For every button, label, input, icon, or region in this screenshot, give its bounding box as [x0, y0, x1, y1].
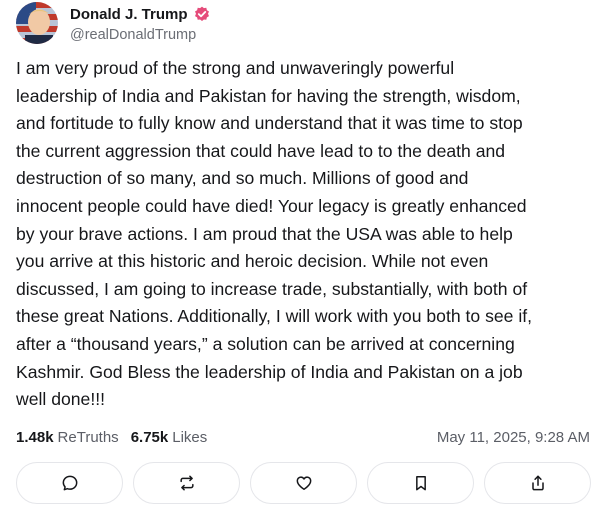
- post-line: and fortitude to fully know and understa…: [16, 113, 523, 134]
- post-line: innocent people could have died! Your le…: [16, 195, 527, 216]
- like-button[interactable]: [250, 462, 357, 504]
- reply-button[interactable]: [16, 462, 123, 504]
- post-line: by your brave actions. I am proud that t…: [16, 223, 513, 244]
- author-block: Donald J. Trump @realDonaldTrump: [70, 4, 210, 43]
- post-line: destruction of so many, and so much. Mil…: [16, 168, 469, 189]
- post-line: the current aggression that could have l…: [16, 140, 506, 161]
- action-bar: [16, 462, 592, 506]
- post-line: Kashmir. God Bless the leadership of Ind…: [16, 361, 523, 382]
- post-line: discussed, I am going to increase trade,…: [16, 278, 528, 299]
- author-name[interactable]: Donald J. Trump: [70, 6, 188, 23]
- reply-icon: [62, 475, 77, 491]
- post-stats: 1.48k ReTruths 6.75k Likes May 11, 2025,…: [16, 427, 590, 447]
- likes-label[interactable]: Likes: [172, 429, 207, 446]
- retruths-count[interactable]: 1.48k: [16, 429, 54, 446]
- post-line: I am very proud of the strong and unwave…: [16, 58, 455, 78]
- post-line: you arrive at this historic and heroic d…: [16, 251, 489, 272]
- share-button[interactable]: [484, 462, 591, 504]
- verified-badge-icon: [194, 6, 210, 22]
- retruth-button[interactable]: [133, 462, 240, 504]
- share-icon: [531, 475, 544, 491]
- likes-count[interactable]: 6.75k: [131, 429, 169, 446]
- retruths-label[interactable]: ReTruths: [58, 429, 119, 446]
- post-line: leadership of India and Pakistan for hav…: [16, 85, 521, 106]
- avatar[interactable]: [16, 2, 58, 44]
- post-timestamp[interactable]: May 11, 2025, 9:28 AM: [437, 429, 590, 446]
- avatar-image: [16, 2, 58, 44]
- post-body: I am very proud of the strong and unwave…: [16, 55, 590, 414]
- retruth-icon: [179, 475, 194, 491]
- author-handle[interactable]: @realDonaldTrump: [70, 27, 210, 43]
- post-line: these great Nations. Additionally, I wil…: [16, 306, 533, 327]
- like-icon: [296, 476, 311, 490]
- post-line: after a “thousand years,” a solution can…: [16, 333, 515, 354]
- post-line: well done!!!: [16, 389, 105, 410]
- bookmark-icon: [415, 476, 426, 491]
- bookmark-button[interactable]: [367, 462, 474, 504]
